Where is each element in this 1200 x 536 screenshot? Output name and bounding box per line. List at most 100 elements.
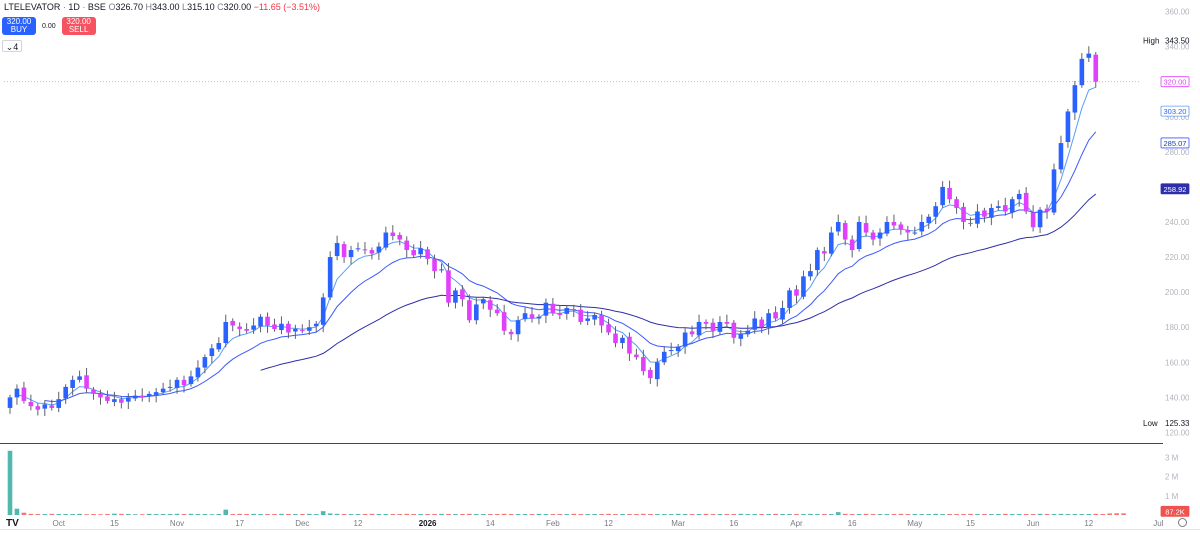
volume-bar[interactable] (126, 514, 131, 515)
candle-body[interactable] (773, 312, 778, 319)
candle-body[interactable] (376, 246, 382, 253)
volume-bar[interactable] (119, 513, 124, 515)
candle-body[interactable] (912, 232, 918, 234)
candle-body[interactable] (689, 331, 695, 335)
candle-body[interactable] (849, 239, 855, 251)
candle-body[interactable] (731, 322, 737, 338)
candle-body[interactable] (63, 386, 68, 399)
candle-body[interactable] (70, 379, 75, 388)
candle-body[interactable] (717, 321, 723, 332)
volume-bar[interactable] (682, 514, 688, 515)
volume-bar[interactable] (613, 514, 618, 515)
volume-bar[interactable] (912, 514, 918, 515)
volume-bar[interactable] (216, 514, 222, 515)
candle-body[interactable] (954, 199, 959, 208)
volume-bar[interactable] (1051, 514, 1057, 515)
candle-body[interactable] (160, 388, 166, 393)
candle-body[interactable] (682, 332, 688, 347)
volume-bar[interactable] (1114, 513, 1119, 515)
candle-body[interactable] (996, 206, 1001, 208)
volume-bar[interactable] (578, 514, 584, 515)
volume-bar[interactable] (536, 513, 542, 515)
volume-bar[interactable] (550, 514, 556, 515)
candle-body[interactable] (933, 206, 938, 217)
candle-body[interactable] (536, 316, 542, 319)
volume-bar[interactable] (1065, 514, 1071, 515)
tradingview-logo-icon[interactable]: TV (6, 518, 19, 529)
candle-body[interactable] (439, 269, 444, 271)
volume-bar[interactable] (1016, 514, 1022, 515)
candle-body[interactable] (21, 387, 27, 401)
volume-bar[interactable] (529, 514, 535, 515)
candle-body[interactable] (1009, 199, 1015, 213)
volume-bar[interactable] (112, 513, 117, 515)
candle-body[interactable] (42, 404, 48, 409)
volume-bar[interactable] (940, 514, 945, 515)
volume-bar[interactable] (1009, 514, 1015, 515)
candle-body[interactable] (446, 270, 451, 303)
candle-body[interactable] (543, 302, 549, 316)
indicators-toggle-button[interactable]: ⌄4 (2, 40, 22, 52)
candle-body[interactable] (898, 224, 904, 230)
candle-body[interactable] (341, 244, 347, 258)
candle-body[interactable] (404, 240, 410, 251)
volume-bar[interactable] (863, 513, 869, 515)
candle-body[interactable] (237, 326, 242, 329)
candle-body[interactable] (1058, 143, 1064, 170)
volume-bar[interactable] (397, 514, 403, 515)
volume-bar[interactable] (487, 514, 493, 515)
volume-bar[interactable] (223, 509, 229, 515)
candle-body[interactable] (703, 321, 709, 324)
candlestick-chart[interactable]: 120.00 140.00 160.00 180.00 200.00 220.00 240.… (0, 0, 1200, 531)
volume-bar[interactable] (815, 514, 820, 515)
volume-bar[interactable] (279, 513, 284, 515)
interval[interactable]: 1D (68, 2, 80, 12)
candle-body[interactable] (306, 327, 312, 331)
candle-body[interactable] (126, 397, 131, 402)
candle-body[interactable] (327, 257, 333, 298)
candle-body[interactable] (139, 395, 145, 398)
volume-bar[interactable] (759, 514, 764, 515)
volume-bar[interactable] (926, 514, 932, 515)
volume-bar[interactable] (202, 514, 208, 515)
volume-bar[interactable] (752, 514, 758, 515)
volume-bar[interactable] (724, 514, 730, 515)
volume-bar[interactable] (341, 514, 347, 515)
volume-bar[interactable] (390, 514, 396, 515)
candle-body[interactable] (1086, 53, 1092, 58)
volume-bar[interactable] (56, 514, 62, 515)
volume-bar[interactable] (1121, 513, 1126, 515)
candle-body[interactable] (432, 258, 437, 272)
volume-bar[interactable] (787, 514, 792, 515)
volume-bar[interactable] (411, 514, 416, 515)
candle-body[interactable] (856, 222, 862, 250)
volume-bar[interactable] (334, 513, 340, 515)
volume-bar[interactable] (745, 514, 751, 515)
volume-bar[interactable] (606, 513, 611, 515)
candle-body[interactable] (209, 348, 215, 357)
candle-body[interactable] (35, 406, 41, 410)
candle-body[interactable] (808, 271, 813, 277)
candle-body[interactable] (1016, 193, 1022, 200)
candle-body[interactable] (418, 248, 423, 255)
volume-bar[interactable] (905, 514, 911, 515)
candle-body[interactable] (529, 314, 535, 319)
volume-bar[interactable] (731, 514, 737, 515)
volume-bar[interactable] (28, 513, 34, 515)
volume-bar[interactable] (543, 514, 549, 515)
volume-bar[interactable] (105, 514, 110, 515)
candle-body[interactable] (648, 370, 653, 379)
candle-body[interactable] (494, 309, 500, 314)
volume-bar[interactable] (856, 514, 862, 515)
candle-body[interactable] (153, 392, 159, 395)
volume-bar[interactable] (320, 511, 326, 515)
volume-bar[interactable] (766, 514, 771, 515)
candle-body[interactable] (112, 399, 117, 402)
volume-bar[interactable] (870, 514, 876, 515)
volume-bar[interactable] (738, 513, 744, 515)
volume-bar[interactable] (293, 514, 298, 515)
candle-body[interactable] (1030, 212, 1036, 228)
candle-body[interactable] (230, 320, 236, 326)
volume-bar[interactable] (996, 514, 1001, 515)
volume-bar[interactable] (474, 514, 479, 515)
